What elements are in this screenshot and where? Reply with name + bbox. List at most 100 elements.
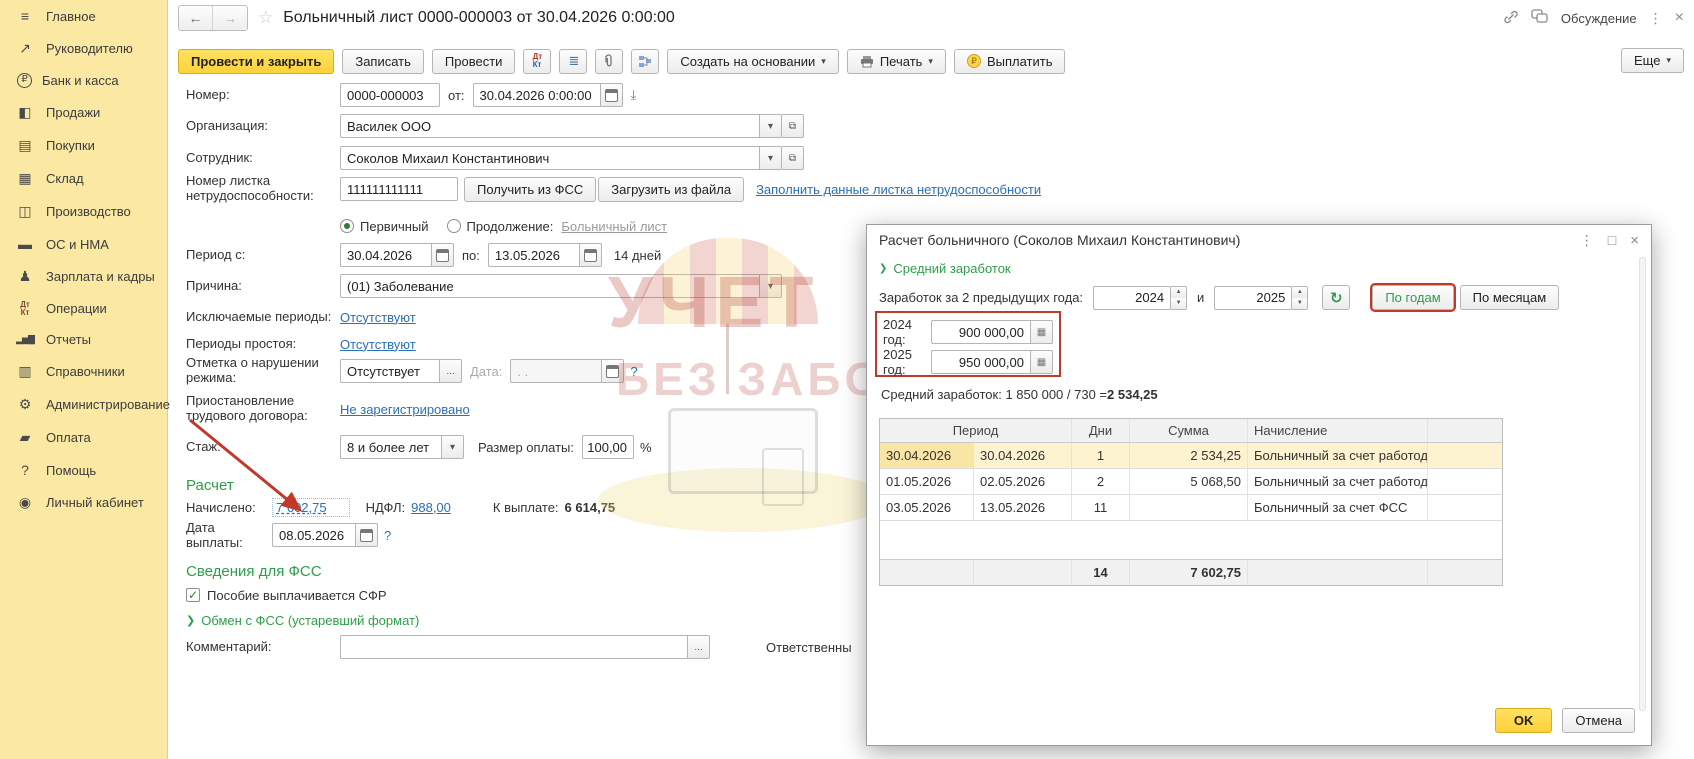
sidebar-item-main[interactable]: ≡Главное xyxy=(0,0,167,32)
sidebar-item-reports[interactable]: ▂▅▇Отчеты xyxy=(0,324,167,355)
sidebar-item-purchases[interactable]: ▤Покупки xyxy=(0,129,167,162)
spinner-arrows[interactable]: ▲▼ xyxy=(1292,286,1308,310)
violation-date-input[interactable]: . . xyxy=(510,359,602,383)
dialog-close-icon[interactable]: × xyxy=(1630,232,1639,249)
sfr-checkbox[interactable]: ✓ xyxy=(186,588,200,602)
sidebar-item-operations[interactable]: Дт КтОперации xyxy=(0,293,167,324)
discussion-icon[interactable] xyxy=(1531,9,1549,27)
continuation-doc-link[interactable]: Больничный лист xyxy=(561,219,667,234)
comment-label: Комментарий: xyxy=(186,640,340,655)
dtkt-register-button[interactable]: ДтКт xyxy=(523,49,551,74)
year1-spinner[interactable]: 2024 xyxy=(1093,286,1171,310)
sidebar-item-administration[interactable]: ⚙Администрирование xyxy=(0,388,167,421)
open-icon[interactable]: ⧉ xyxy=(782,146,804,170)
avg-earnings-section[interactable]: ❯ Средний заработок xyxy=(879,261,1011,276)
calendar-icon[interactable] xyxy=(432,243,454,267)
organization-input[interactable]: Василек ООО xyxy=(340,114,760,138)
close-icon[interactable]: × xyxy=(1675,9,1684,27)
ndfl-amount-link[interactable]: 988,00 xyxy=(411,500,451,515)
dialog-maximize-icon[interactable]: □ xyxy=(1608,232,1616,248)
sidebar-item-production[interactable]: ◫Производство xyxy=(0,195,167,228)
period-from-input[interactable]: 30.04.2026 xyxy=(340,243,432,267)
discussion-link[interactable]: Обсуждение xyxy=(1561,11,1637,26)
by-years-button[interactable]: По годам xyxy=(1372,285,1453,310)
structure-button[interactable] xyxy=(631,49,659,74)
downtime-periods-link[interactable]: Отсутствуют xyxy=(340,337,416,352)
date-input[interactable]: 30.04.2026 0:00:00 xyxy=(473,83,601,107)
experience-select[interactable]: 8 и более лет xyxy=(340,435,442,459)
employee-input[interactable]: Соколов Михаил Константинович xyxy=(340,146,760,170)
pay-button[interactable]: ₽Выплатить xyxy=(954,49,1066,74)
open-icon[interactable]: ⧉ xyxy=(782,114,804,138)
table-row[interactable]: 03.05.2026 13.05.2026 11 Больничный за с… xyxy=(880,495,1502,521)
dialog-scrollbar[interactable] xyxy=(1639,257,1646,711)
sidebar-item-payment[interactable]: ▰Оплата xyxy=(0,421,167,454)
spinner-arrows[interactable]: ▲▼ xyxy=(1171,286,1187,310)
by-months-button[interactable]: По месяцам xyxy=(1460,285,1560,310)
sick-note-number-input[interactable]: 111111111111 xyxy=(340,177,458,201)
excluded-periods-link[interactable]: Отсутствуют xyxy=(340,310,416,325)
more-button[interactable]: Еще▾ xyxy=(1621,48,1684,73)
calendar-icon[interactable] xyxy=(580,243,602,267)
sidebar-item-warehouse[interactable]: ▦Склад xyxy=(0,162,167,195)
dropdown-icon[interactable]: ▾ xyxy=(760,146,782,170)
pay-date-input[interactable]: 08.05.2026 xyxy=(272,523,356,547)
sidebar-item-directories[interactable]: ▥Справочники xyxy=(0,355,167,388)
sidebar-item-salary-hr[interactable]: ♟Зарплата и кадры xyxy=(0,260,167,293)
table-row[interactable]: 01.05.2026 02.05.2026 2 5 068,50 Больнич… xyxy=(880,469,1502,495)
link-icon[interactable] xyxy=(1503,9,1519,28)
back-button[interactable]: ← xyxy=(179,6,213,30)
year2-spinner[interactable]: 2025 xyxy=(1214,286,1292,310)
set-date-icon[interactable]: ⤓ xyxy=(631,87,637,103)
reason-select[interactable]: (01) Заболевание xyxy=(340,274,760,298)
year-2025-input[interactable]: 950 000,00 xyxy=(931,350,1031,374)
sidebar-item-manager[interactable]: ↗Руководителю xyxy=(0,32,167,65)
attachments-button[interactable] xyxy=(595,49,623,74)
continuation-radio[interactable] xyxy=(447,219,461,233)
favorite-star-icon[interactable]: ☆ xyxy=(258,8,273,28)
ellipsis-button[interactable]: ... xyxy=(688,635,710,659)
suspension-link[interactable]: Не зарегистрировано xyxy=(340,402,470,417)
post-and-close-button[interactable]: Провести и закрыть xyxy=(178,49,334,74)
ellipsis-button[interactable]: ... xyxy=(440,359,462,383)
refresh-button[interactable]: ↻ xyxy=(1322,285,1350,310)
cancel-button[interactable]: Отмена xyxy=(1562,708,1635,733)
sidebar-item-help[interactable]: ?Помощь xyxy=(0,454,167,486)
post-button[interactable]: Провести xyxy=(432,49,516,74)
violation-help-link[interactable]: ? xyxy=(630,364,637,379)
calculator-icon[interactable]: ▦ xyxy=(1031,350,1053,374)
dialog-menu-icon[interactable]: ⋮ xyxy=(1580,232,1594,249)
sidebar-item-account[interactable]: ◉Личный кабинет xyxy=(0,486,167,519)
fss-exchange-link[interactable]: Обмен с ФСС (устаревший формат) xyxy=(201,613,419,628)
dropdown-icon[interactable]: ▾ xyxy=(442,435,464,459)
year-2024-input[interactable]: 900 000,00 xyxy=(931,320,1031,344)
register-records-button[interactable]: ≣ xyxy=(559,49,587,74)
primary-radio[interactable] xyxy=(340,219,354,233)
pay-date-help-link[interactable]: ? xyxy=(384,528,391,543)
sidebar-item-sales[interactable]: ◧Продажи xyxy=(0,96,167,129)
number-input[interactable]: 0000-000003 xyxy=(340,83,440,107)
get-from-fss-button[interactable]: Получить из ФСС xyxy=(464,177,596,202)
forward-button[interactable]: → xyxy=(213,6,247,30)
pay-size-input[interactable]: 100,00 xyxy=(582,435,634,459)
comment-input[interactable] xyxy=(340,635,688,659)
calendar-icon[interactable] xyxy=(601,83,623,107)
accrued-amount-link[interactable]: 7 602,75 xyxy=(272,498,350,517)
ok-button[interactable]: OK xyxy=(1495,708,1553,733)
calculator-icon[interactable]: ▦ xyxy=(1031,320,1053,344)
calendar-icon[interactable] xyxy=(356,523,378,547)
fill-sick-note-link[interactable]: Заполнить данные листка нетрудоспособнос… xyxy=(756,182,1041,197)
sidebar-item-bank[interactable]: ₽Банк и касса xyxy=(0,65,167,96)
table-row[interactable]: 30.04.2026 30.04.2026 1 2 534,25 Больнич… xyxy=(880,443,1502,469)
dropdown-icon[interactable]: ▾ xyxy=(760,114,782,138)
violation-input[interactable]: Отсутствует xyxy=(340,359,440,383)
save-button[interactable]: Записать xyxy=(342,49,424,74)
create-based-on-button[interactable]: Создать на основании▾ xyxy=(667,49,838,74)
sidebar-item-fixed-assets[interactable]: ▬ОС и НМА xyxy=(0,228,167,260)
period-to-input[interactable]: 13.05.2026 xyxy=(488,243,580,267)
print-button[interactable]: Печать▾ xyxy=(847,49,946,74)
calendar-icon[interactable] xyxy=(602,359,624,383)
load-from-file-button[interactable]: Загрузить из файла xyxy=(598,177,744,202)
window-menu-icon[interactable]: ⋮ xyxy=(1649,10,1663,27)
dropdown-icon[interactable]: ▾ xyxy=(760,274,782,298)
